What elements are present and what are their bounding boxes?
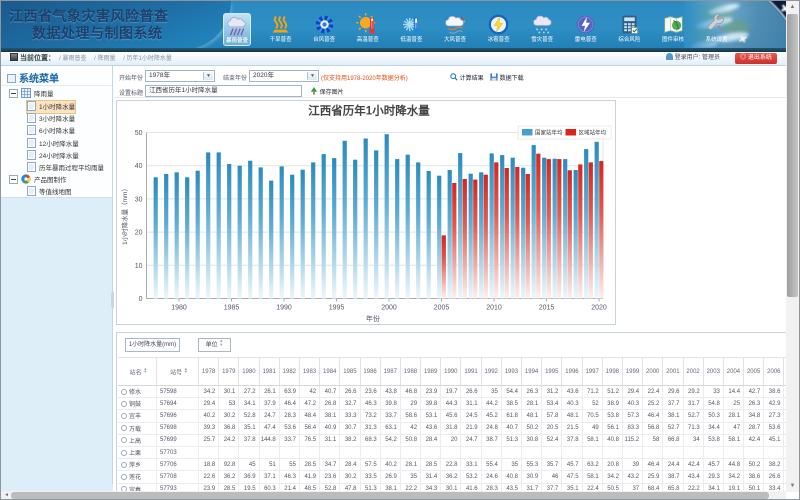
svg-text:1985: 1985	[224, 305, 240, 312]
svg-text:10: 10	[135, 263, 143, 270]
svg-text:2000: 2000	[381, 305, 397, 312]
svg-text:年份: 年份	[366, 314, 380, 323]
svg-text:0: 0	[139, 296, 143, 303]
svg-text:40: 40	[135, 163, 143, 170]
svg-text:50: 50	[135, 130, 143, 137]
svg-text:2015: 2015	[539, 305, 555, 312]
svg-text:1小时降水量（mm）: 1小时降水量（mm）	[120, 185, 129, 245]
svg-text:1980: 1980	[171, 305, 187, 312]
svg-text:区域站年均: 区域站年均	[579, 129, 607, 137]
svg-text:20: 20	[135, 230, 143, 237]
svg-text:1995: 1995	[329, 305, 345, 312]
svg-text:江西省历年1小时降水量: 江西省历年1小时降水量	[308, 104, 430, 118]
svg-text:2010: 2010	[486, 305, 502, 312]
svg-text:30: 30	[135, 196, 143, 203]
svg-text:2005: 2005	[434, 305, 450, 312]
svg-text:1990: 1990	[276, 305, 292, 312]
svg-text:2020: 2020	[591, 305, 607, 312]
svg-text:国家站年均: 国家站年均	[535, 129, 563, 137]
